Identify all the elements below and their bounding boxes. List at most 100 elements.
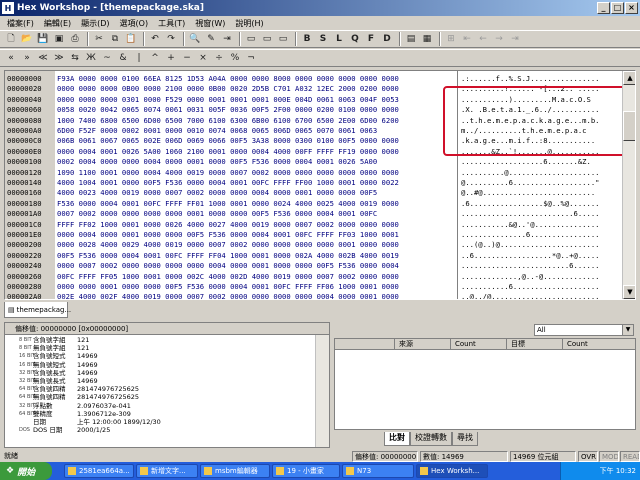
hex-cell[interactable]: 1000 7400 6800 6500 6D00 6500 7000 6100 … [57, 115, 399, 126]
hex-cell[interactable]: 0000 0004 0000 0001 0000 0000 00F5 F536 … [57, 229, 399, 240]
subtract-icon[interactable]: − [180, 51, 194, 65]
find-icon[interactable]: 🔍 [188, 32, 202, 46]
print-icon[interactable]: ⎙ [68, 32, 82, 46]
byte-group-1-icon[interactable]: ▭ [244, 32, 258, 46]
taskbar-item-4[interactable]: 19 - 小畫家 [272, 464, 340, 478]
taskbar-item-1[interactable]: 2581ea664a... [64, 464, 134, 478]
clock[interactable]: 下午 10:32 [600, 467, 636, 475]
minimize-button[interactable]: _ [597, 2, 610, 14]
file-tab[interactable]: ▤ themepackag... [4, 302, 71, 318]
vertical-scrollbar[interactable]: ▲ ▼ [622, 71, 635, 299]
divide-icon[interactable]: ÷ [212, 51, 226, 65]
ascii-cell[interactable]: .6.................$@..%@....... [461, 198, 599, 209]
filter-dropdown[interactable]: All ▼ [534, 324, 634, 336]
ascii-cell[interactable]: ..@../@......................... [461, 291, 599, 299]
rotate-left-icon[interactable]: ≪ [36, 51, 50, 65]
save-all-icon[interactable]: ▣ [52, 32, 66, 46]
ascii-cell[interactable]: ...............6................ [461, 229, 599, 240]
ascii-cell[interactable]: .:......f..%.S.J................ [461, 73, 599, 84]
hex-editor-pane[interactable]: 00000000 F93A 0000 0000 0100 66EA 8125 1D… [4, 70, 636, 300]
inspector-scrollbar[interactable] [315, 335, 329, 447]
add-icon[interactable]: + [164, 51, 178, 65]
hex-cell[interactable]: 0000 0000 0001 0000 0000 00F5 F536 0000 … [57, 281, 399, 292]
flip-icon[interactable]: Ж [84, 51, 98, 65]
col-header-count-2[interactable]: Count [563, 339, 635, 349]
hex-cell[interactable]: 0000 0000 0000 0B00 0000 2100 0000 0B00 … [57, 83, 399, 94]
hex-cell[interactable]: 006B 0061 0067 0065 002E 006D 0069 0066 … [57, 135, 399, 146]
hex-cell[interactable]: 0002 0004 0000 0000 0004 0000 0001 0000 … [57, 156, 377, 167]
nav-left-icon[interactable]: ← [476, 32, 490, 46]
hex-cell[interactable]: 00FC FFFF FF05 1000 0001 0000 002C 4000 … [57, 271, 399, 282]
col-header-count-1[interactable]: Count [451, 339, 507, 349]
hex-cell[interactable]: 0000 0004 0001 0026 5A00 1060 2100 0001 … [57, 146, 399, 157]
shift-left-icon[interactable]: « [4, 51, 18, 65]
taskbar-item-2[interactable]: 新增文字... [136, 464, 198, 478]
taskbar-item-6[interactable]: Hex Worksh... [416, 464, 488, 478]
hex-cell[interactable]: 0000 0028 4000 0029 4000 0019 0000 0007 … [57, 239, 399, 250]
grid-icon[interactable]: ⊞ [444, 32, 458, 46]
redo-icon[interactable]: ↷ [164, 32, 178, 46]
scroll-up-icon[interactable]: ▲ [623, 71, 635, 85]
results-grid[interactable]: 來源 Count 目標 Count [334, 338, 636, 430]
tab-find[interactable]: 尋找 [452, 432, 478, 446]
ascii-cell[interactable]: ...........&@..'@............... [461, 219, 599, 230]
ascii-cell[interactable]: @..#@.......................... [461, 187, 595, 198]
properties-icon[interactable]: ▤ [404, 32, 418, 46]
close-button[interactable]: × [625, 2, 638, 14]
ascii-cell[interactable]: ..........@..................... [461, 167, 599, 178]
ascii-cell[interactable]: ..........................6..... [461, 208, 599, 219]
maximize-button[interactable]: □ [611, 2, 624, 14]
save-icon[interactable]: 💾 [36, 32, 50, 46]
ascii-cell[interactable]: .............,@..-@............. [461, 271, 599, 282]
shift-right-icon[interactable]: » [20, 51, 34, 65]
ascii-cell[interactable]: @..........6..................." [461, 177, 599, 188]
scroll-thumb[interactable] [623, 111, 635, 141]
hex-cell[interactable]: F93A 0000 0000 0100 66EA 8125 1D53 A04A … [57, 73, 399, 84]
paste-icon[interactable]: 📋 [124, 32, 138, 46]
hex-cell[interactable]: 0000 0000 0000 0301 0000 F529 0000 0001 … [57, 94, 399, 105]
byte-group-4-icon[interactable]: ▭ [276, 32, 290, 46]
open-folder-icon[interactable]: 📂 [20, 32, 34, 46]
chevron-down-icon[interactable]: ▼ [622, 325, 633, 335]
bookmark-d-button[interactable]: D [380, 32, 394, 46]
xor-icon[interactable]: ^ [148, 51, 162, 65]
bookmark-l-button[interactable]: L [332, 32, 346, 46]
goto-icon[interactable]: ⇥ [220, 32, 234, 46]
cut-icon[interactable]: ✂ [92, 32, 106, 46]
tab-checksum[interactable]: 校證轉數 [410, 432, 452, 446]
col-header-source[interactable]: 來源 [395, 339, 451, 349]
taskbar-item-5[interactable]: N73 [342, 464, 414, 478]
ascii-cell[interactable]: ...........6.................... [461, 281, 599, 292]
hex-cell[interactable]: 0058 0020 0042 0065 0074 0061 0031 005F … [57, 104, 399, 115]
bookmark-b-button[interactable]: B [300, 32, 314, 46]
byte-group-2-icon[interactable]: ▭ [260, 32, 274, 46]
hex-cell[interactable]: 6D00 F52F 0000 0002 0001 0000 0010 0074 … [57, 125, 377, 136]
col-header-target[interactable]: 目標 [507, 339, 563, 349]
back-icon[interactable]: ⇤ [460, 32, 474, 46]
nav-right-icon[interactable]: → [492, 32, 506, 46]
ascii-cell[interactable]: ...(@..)@....................... [461, 239, 599, 250]
rotate-right-icon[interactable]: ≫ [52, 51, 66, 65]
invert-icon[interactable]: ~ [100, 51, 114, 65]
menu-tools[interactable]: 工具(T) [153, 18, 190, 29]
bookmark-q-button[interactable]: Q [348, 32, 362, 46]
menu-edit[interactable]: 編輯(E) [39, 18, 76, 29]
forward-icon[interactable]: ⇥ [508, 32, 522, 46]
hex-cell[interactable]: F536 0000 0004 0001 00FC FFFF FF01 1000 … [57, 198, 399, 209]
replace-icon[interactable]: ✎ [204, 32, 218, 46]
hex-cell[interactable]: 00F5 F536 0000 0004 0001 00FC FFFF FF04 … [57, 250, 399, 261]
menu-view[interactable]: 顯示(D) [76, 18, 114, 29]
new-file-icon[interactable]: 🗋 [4, 32, 18, 46]
hex-cell[interactable]: 0007 0002 0000 0000 0000 0000 0001 0000 … [57, 208, 377, 219]
and-icon[interactable]: & [116, 51, 130, 65]
copy-icon[interactable]: ⧉ [108, 32, 122, 46]
menu-window[interactable]: 視窗(W) [190, 18, 230, 29]
tab-compare[interactable]: 比對 [384, 432, 410, 446]
hex-cell[interactable]: 002E 4000 002F 4000 0019 0000 0007 0002 … [57, 291, 399, 299]
taskbar-item-3[interactable]: msbm編輯器 [200, 464, 270, 478]
ascii-cell[interactable]: ..6..................*@..+@..... [461, 250, 599, 261]
block-swap-icon[interactable]: ⇆ [68, 51, 82, 65]
bookmark-f-button[interactable]: F [364, 32, 378, 46]
or-icon[interactable]: | [132, 51, 146, 65]
checksum-icon[interactable]: ▦ [420, 32, 434, 46]
